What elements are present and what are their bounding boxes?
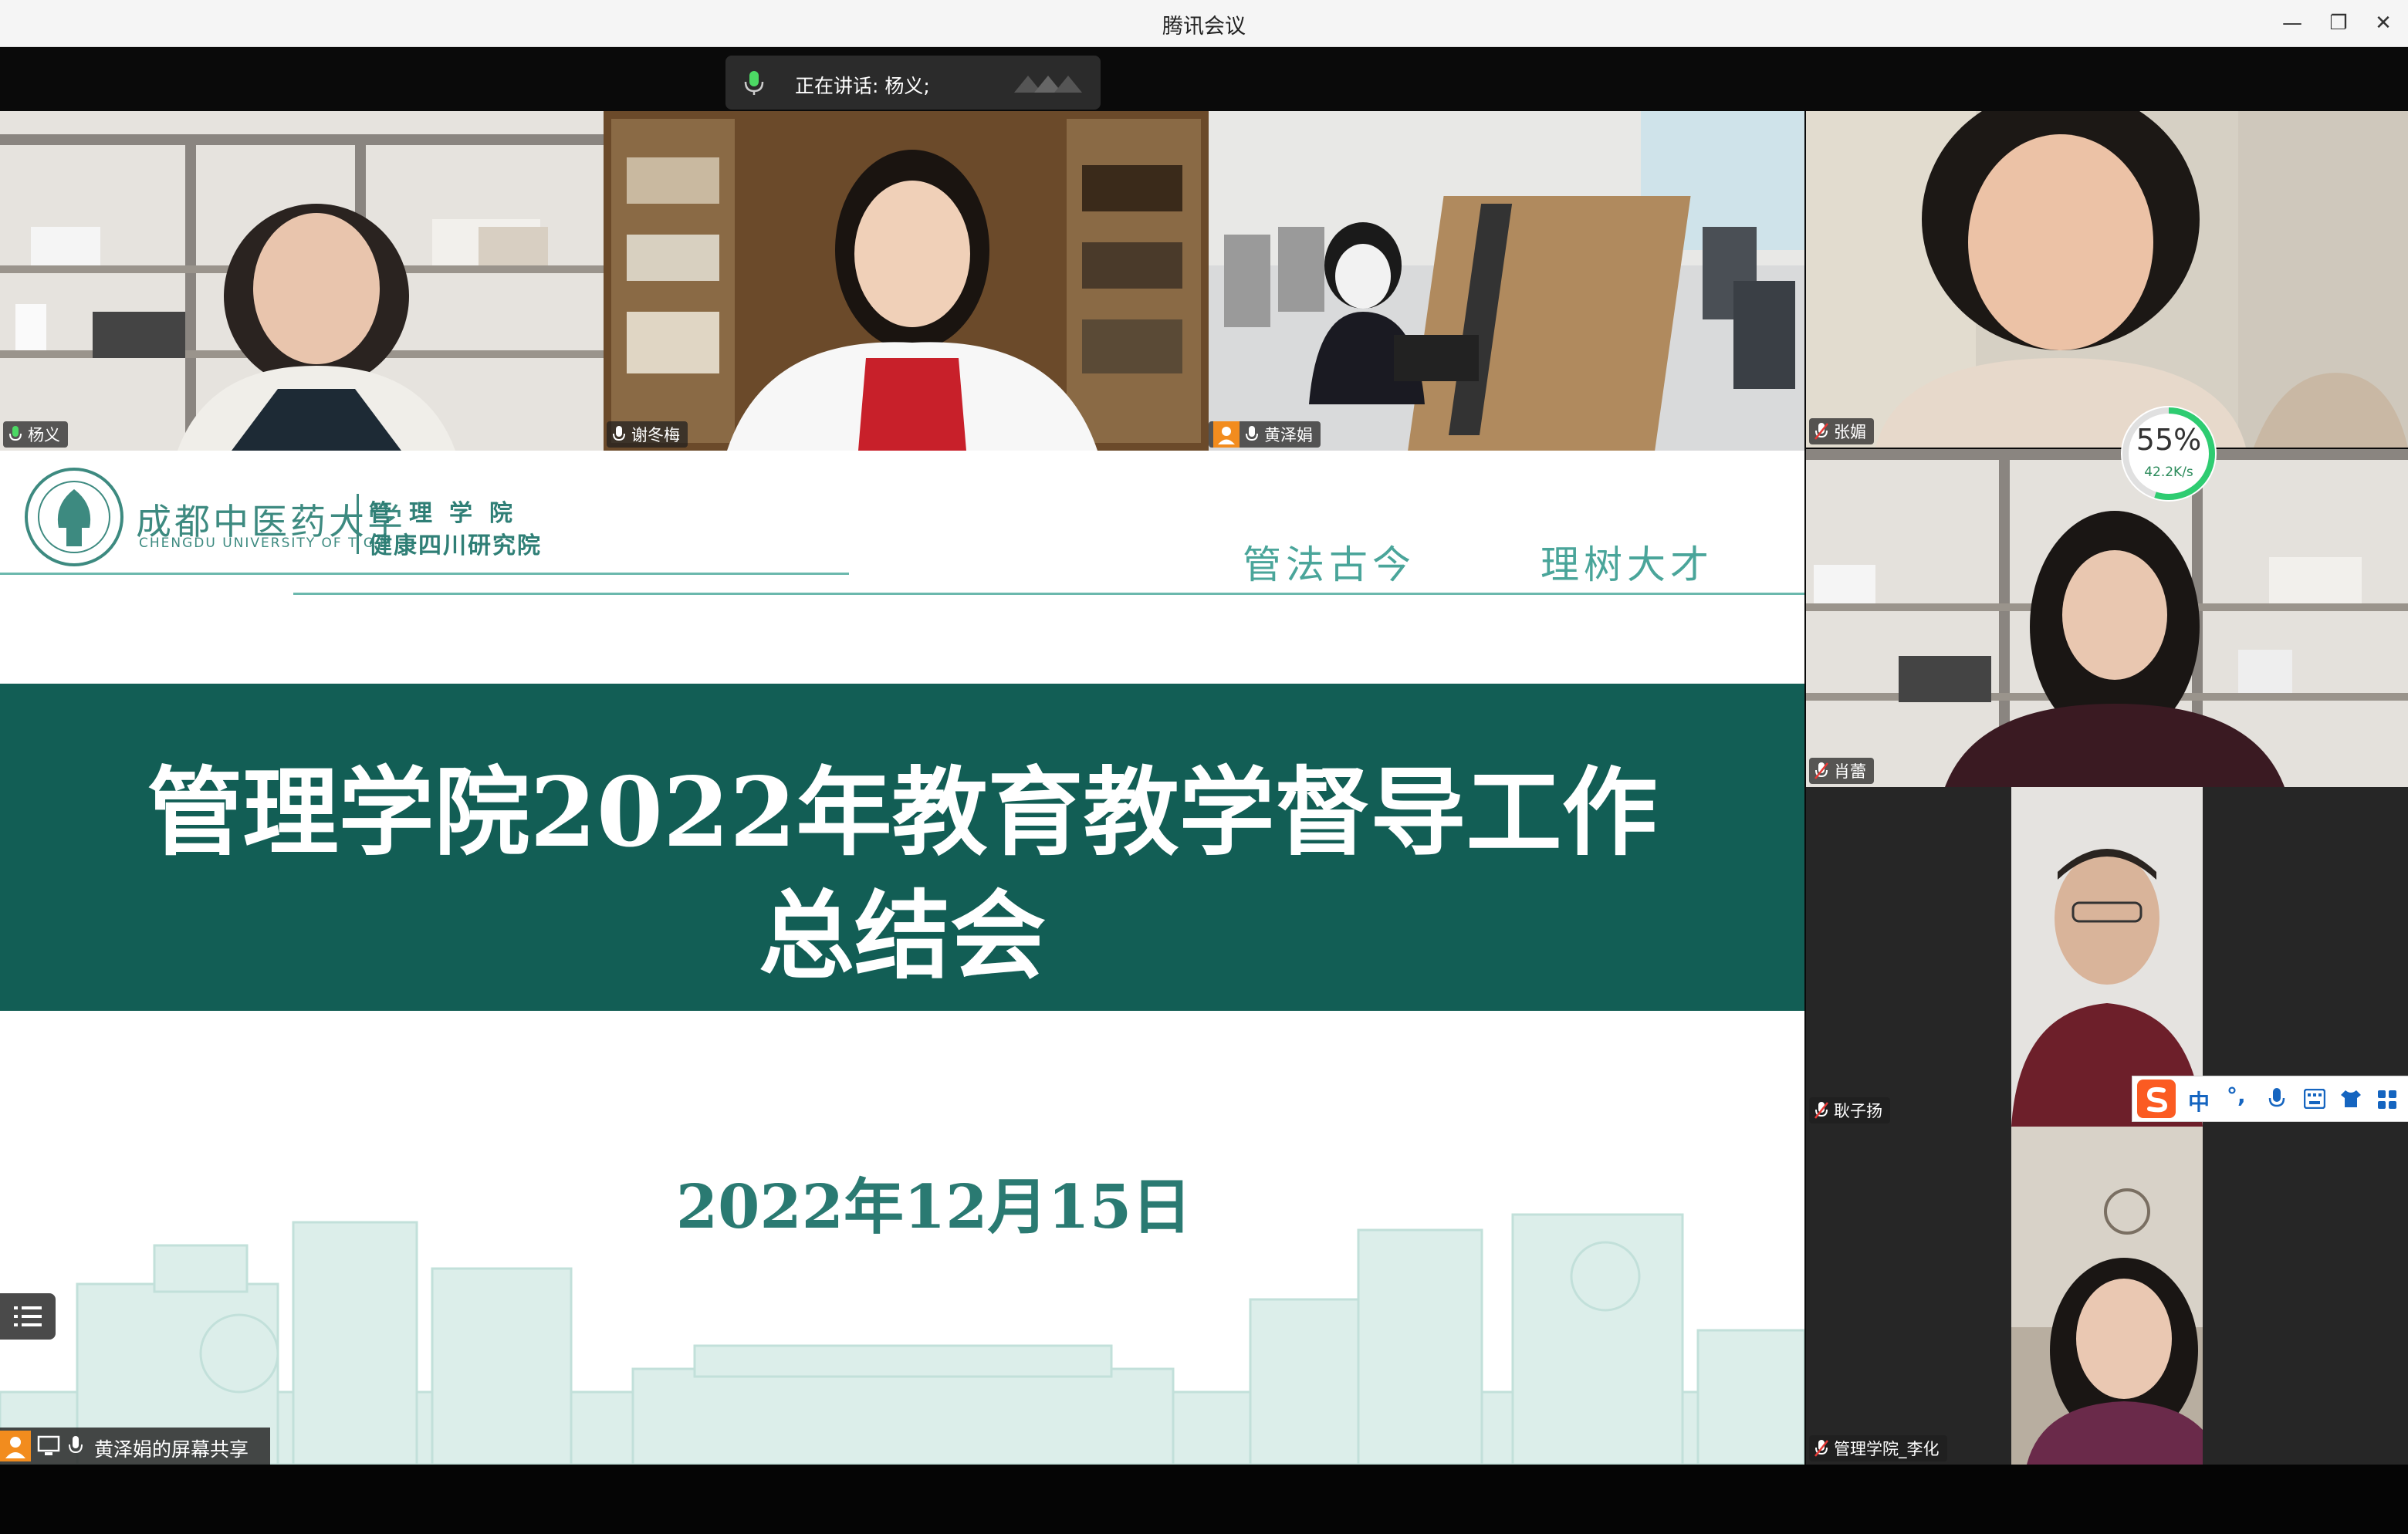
video-tile-yangyi[interactable]: 杨义: [0, 111, 604, 451]
divider: [357, 494, 359, 554]
slogan-left: 管法古今: [1243, 542, 1415, 587]
video-tile-huangzejuan[interactable]: 黄泽娟: [1209, 111, 1804, 451]
participant-nametag: 谢冬梅: [607, 421, 688, 448]
participant-nametag: 张媚: [1809, 418, 1874, 444]
participant-nametag: 黄泽娟: [1209, 421, 1321, 448]
title-bar: 腾讯会议 — ❐ ✕: [0, 0, 2408, 47]
mic-icon: [744, 71, 764, 95]
video-feed: [604, 111, 1209, 451]
participant-nametag: 肖蕾: [1809, 758, 1874, 784]
network-speed-value: 42.2K/s: [2144, 465, 2193, 480]
header-rule: [0, 573, 849, 575]
screen-share-icon: [37, 1435, 60, 1455]
slogan-right: 理树大才: [1541, 542, 1713, 587]
header-rule: [293, 593, 1804, 595]
participant-name: 黄泽娟: [1264, 426, 1313, 444]
participant-nametag: 耿子扬: [1809, 1097, 1890, 1123]
video-tile-zhangmei[interactable]: 张媚: [1806, 111, 2408, 448]
institute-name: 健康四川研究院: [369, 532, 542, 559]
slide-title-line1: 管理学院2022年教育教学督导工作: [147, 757, 1658, 869]
campus-building-illustration: [0, 1213, 1804, 1465]
participant-name: 肖蕾: [1834, 762, 1866, 781]
mic-muted-icon: [1814, 1440, 1828, 1457]
video-feed: [2011, 1127, 2203, 1465]
university-name-en: CHENGDU UNIVERSITY OF T C M: [139, 536, 393, 551]
video-feed: [0, 111, 604, 451]
participant-nametag: 杨义: [3, 421, 68, 448]
mic-muted-icon: [1814, 423, 1828, 440]
window-title: 腾讯会议: [1162, 15, 1246, 39]
restore-button[interactable]: ❐: [2323, 8, 2354, 39]
participant-name: 杨义: [28, 426, 60, 444]
mic-icon: [613, 426, 625, 441]
mic-icon: [9, 426, 22, 441]
minimize-button[interactable]: —: [2277, 8, 2308, 39]
ime-voice-icon[interactable]: [2268, 1087, 2285, 1110]
mic-icon: [69, 1436, 83, 1454]
ime-toolbar: 中 °,: [2132, 1076, 2408, 1122]
list-icon: [14, 1306, 42, 1326]
ime-punctuation-toggle[interactable]: °,: [2227, 1083, 2246, 1108]
network-quality-value: 55%: [2136, 423, 2202, 457]
video-tile-xiaolei[interactable]: 肖蕾: [1806, 449, 2408, 787]
video-tile-lihua[interactable]: 管理学院_李化: [1806, 1127, 2408, 1465]
sogou-ime-icon[interactable]: [2137, 1080, 2176, 1118]
video-feed: [1806, 111, 2408, 448]
participant-name: 谢冬梅: [631, 426, 680, 444]
participant-nametag: 管理学院_李化: [1809, 1435, 1947, 1461]
speaking-indicator: 正在讲话: 杨义;: [725, 56, 1101, 110]
tencent-meeting-logo-icon: [1014, 76, 1082, 93]
toggle-list-button[interactable]: [0, 1293, 56, 1340]
department-name: 管理学院: [369, 500, 529, 527]
shared-screen-slide: 成都中医药大学 CHENGDU UNIVERSITY OF T C M 管理学院…: [0, 451, 1804, 1465]
close-button[interactable]: ✕: [2368, 8, 2399, 39]
host-icon: [1213, 421, 1240, 448]
video-tile-xiedongmei[interactable]: 谢冬梅: [604, 111, 1209, 451]
screen-share-label: 黄泽娟的屏幕共享: [94, 1438, 249, 1461]
bottom-toolbar-area: [0, 1465, 2408, 1534]
mic-muted-icon: [1814, 762, 1828, 779]
slide-title-line2: 总结会: [758, 880, 1046, 992]
mic-muted-icon: [1814, 1102, 1828, 1119]
university-seal-icon: [25, 468, 123, 566]
ime-skin-icon[interactable]: [2339, 1089, 2362, 1109]
video-feed: [1806, 449, 2408, 787]
ime-toolbox-icon[interactable]: [2376, 1089, 2398, 1110]
network-speed-widget[interactable]: 55% 42.2K/s: [2121, 406, 2217, 502]
participant-name: 管理学院_李化: [1834, 1440, 1940, 1458]
ime-mode-toggle[interactable]: 中: [2188, 1086, 2210, 1117]
ime-keyboard-icon[interactable]: [2304, 1089, 2325, 1109]
video-feed: [1209, 111, 1804, 451]
participant-name: 耿子扬: [1834, 1102, 1882, 1120]
participant-name: 张媚: [1834, 423, 1866, 441]
mic-icon: [1246, 426, 1258, 441]
host-icon: [0, 1431, 31, 1461]
screen-share-tag: 黄泽娟的屏幕共享: [0, 1428, 270, 1465]
speaking-label: 正在讲话: 杨义;: [795, 75, 930, 97]
